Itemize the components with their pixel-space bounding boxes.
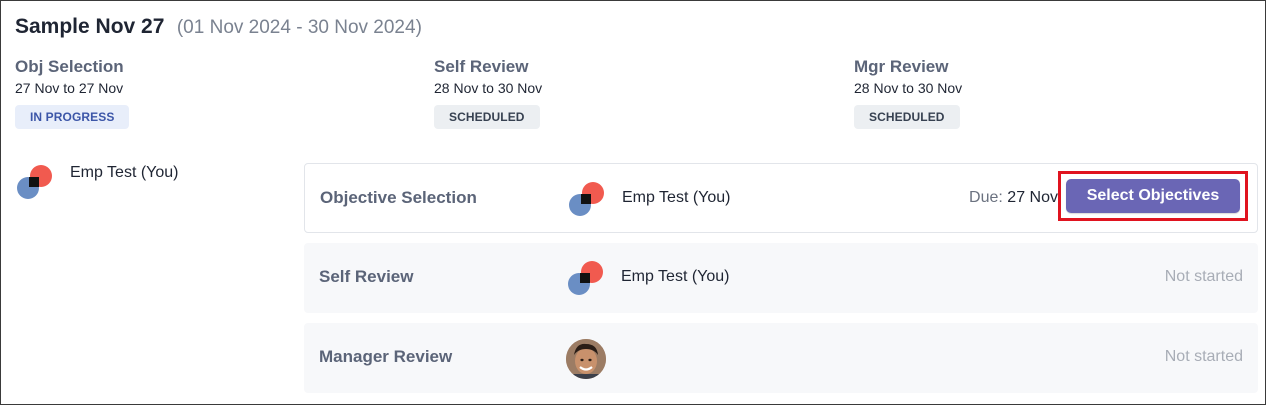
due-date-value: 27 Nov: [1007, 189, 1058, 206]
select-objectives-button[interactable]: Select Objectives: [1066, 179, 1240, 213]
due-date: Due: 27 Nov: [969, 189, 1058, 207]
status-badge: SCHEDULED: [434, 105, 540, 129]
assignee-name: Emp Test (You): [621, 268, 730, 285]
cycle-date-range: (01 Nov 2024 - 30 Nov 2024): [176, 17, 422, 38]
cycle-header: Sample Nov 27 (01 Nov 2024 - 30 Nov 2024…: [15, 15, 422, 39]
employee-name: Emp Test (You): [70, 164, 179, 181]
phase-name: Obj Selection: [15, 57, 124, 76]
assignee-avatar: [568, 261, 604, 297]
assignee-avatar: [569, 182, 605, 218]
review-cycle-panel: Sample Nov 27 (01 Nov 2024 - 30 Nov 2024…: [0, 0, 1266, 405]
select-objectives-highlight: Select Objectives: [1058, 171, 1248, 221]
step-label: Objective Selection: [320, 188, 477, 207]
employee-avatar: [17, 165, 53, 201]
assignee-name: Emp Test (You): [622, 189, 731, 206]
step-status: Not started: [1164, 348, 1243, 365]
due-label: Due:: [969, 189, 1003, 206]
manager-avatar-photo: [566, 339, 606, 379]
phase-self-review: Self Review 28 Nov to 30 Nov SCHEDULED: [434, 57, 542, 129]
phase-name: Self Review: [434, 57, 529, 76]
step-label: Manager Review: [319, 347, 453, 366]
phase-mgr-review: Mgr Review 28 Nov to 30 Nov SCHEDULED: [854, 57, 962, 129]
status-badge: SCHEDULED: [854, 105, 960, 129]
phase-name: Mgr Review: [854, 57, 949, 76]
phase-dates: 28 Nov to 30 Nov: [854, 80, 963, 96]
step-row-self-review: Self Review Emp Test (You) Not started: [304, 243, 1258, 313]
phase-dates: 27 Nov to 27 Nov: [15, 80, 124, 96]
phase-dates: 28 Nov to 30 Nov: [434, 80, 543, 96]
cycle-title: Sample Nov 27: [15, 15, 165, 38]
phase-obj-selection: Obj Selection 27 Nov to 27 Nov IN PROGRE…: [15, 57, 130, 129]
step-row-manager-review: Manager Review Not started: [304, 323, 1258, 393]
status-badge: IN PROGRESS: [15, 105, 130, 129]
step-status: Not started: [1164, 268, 1243, 285]
step-label: Self Review: [319, 267, 414, 286]
